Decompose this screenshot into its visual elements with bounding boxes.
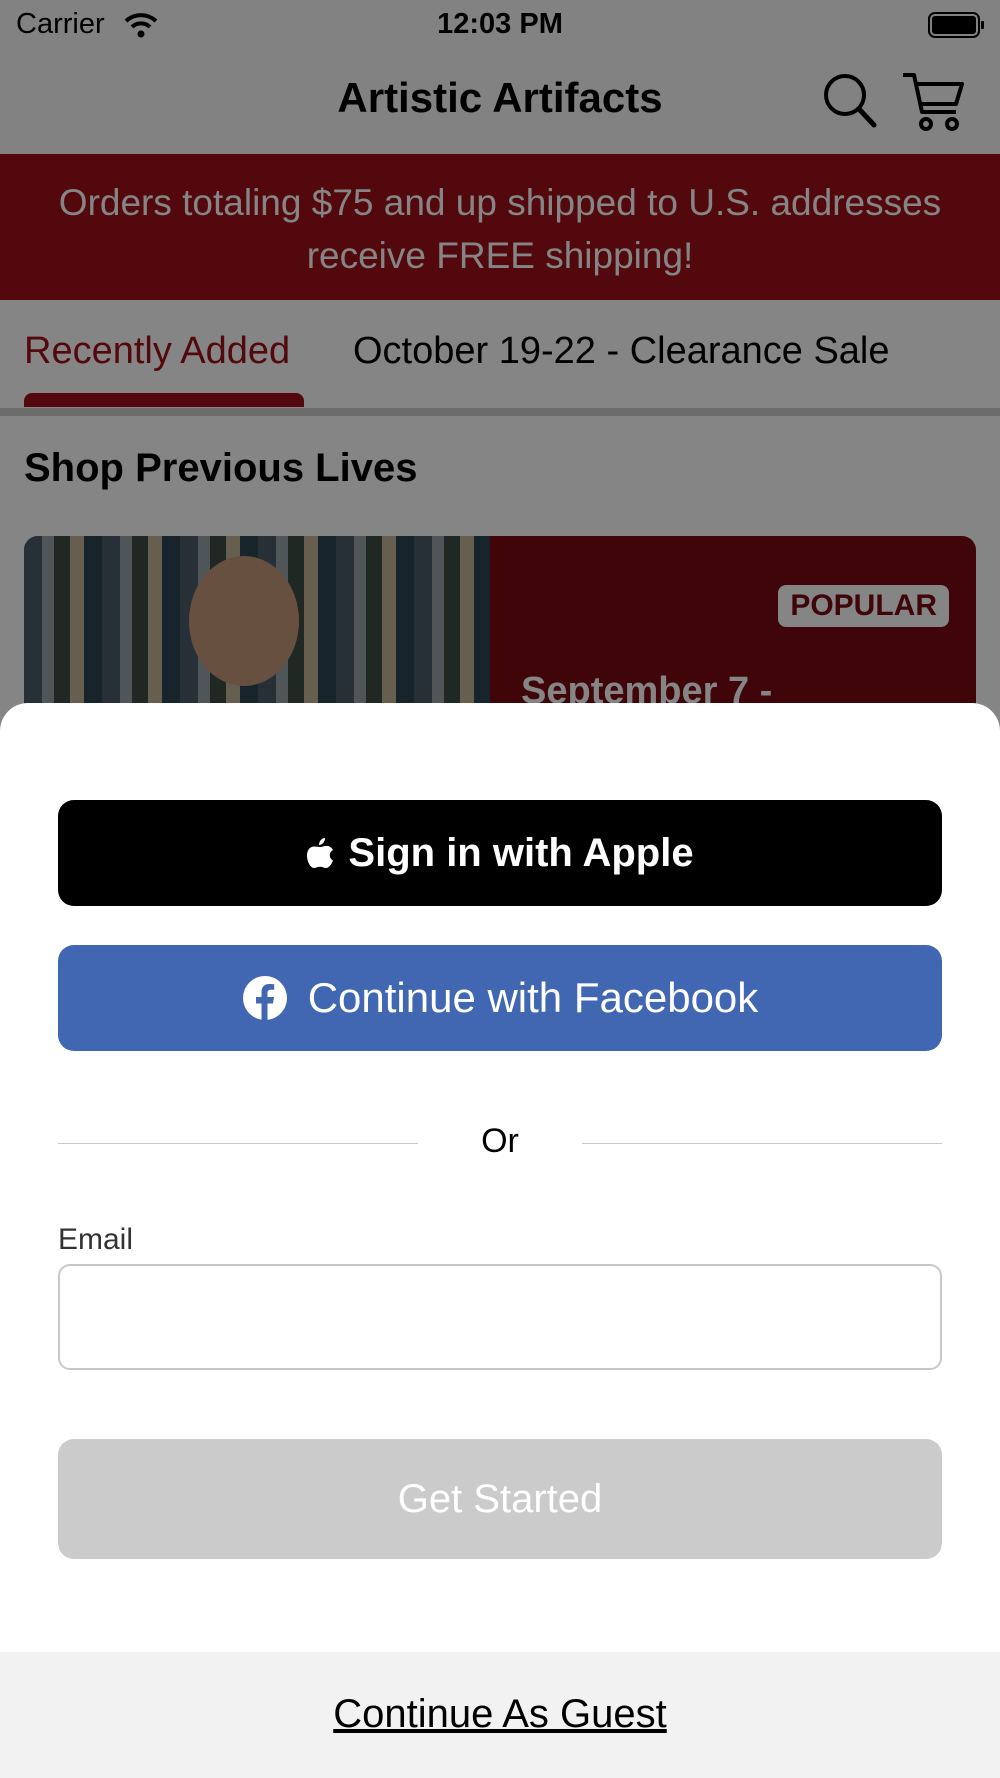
or-divider: Or <box>58 1118 942 1168</box>
get-started-button[interactable]: Get Started <box>58 1439 942 1559</box>
get-started-label: Get Started <box>397 1476 603 1521</box>
apple-button-label: Sign in with Apple <box>348 830 694 875</box>
guest-footer: Continue As Guest <box>0 1652 1000 1778</box>
email-input[interactable] <box>58 1264 942 1370</box>
apple-icon <box>307 838 334 868</box>
email-label: Email <box>58 1223 134 1256</box>
divider-line-right <box>582 1143 942 1144</box>
continue-as-guest-link[interactable]: Continue As Guest <box>0 1692 1000 1737</box>
or-label: Or <box>481 1122 519 1160</box>
continue-with-facebook-button[interactable]: Continue with Facebook <box>58 945 942 1051</box>
sign-in-with-apple-button[interactable]: Sign in with Apple <box>58 800 942 906</box>
facebook-button-label: Continue with Facebook <box>307 974 759 1021</box>
sign-in-sheet: Sign in with Apple Continue with Faceboo… <box>0 703 1000 1778</box>
facebook-icon <box>242 976 287 1021</box>
